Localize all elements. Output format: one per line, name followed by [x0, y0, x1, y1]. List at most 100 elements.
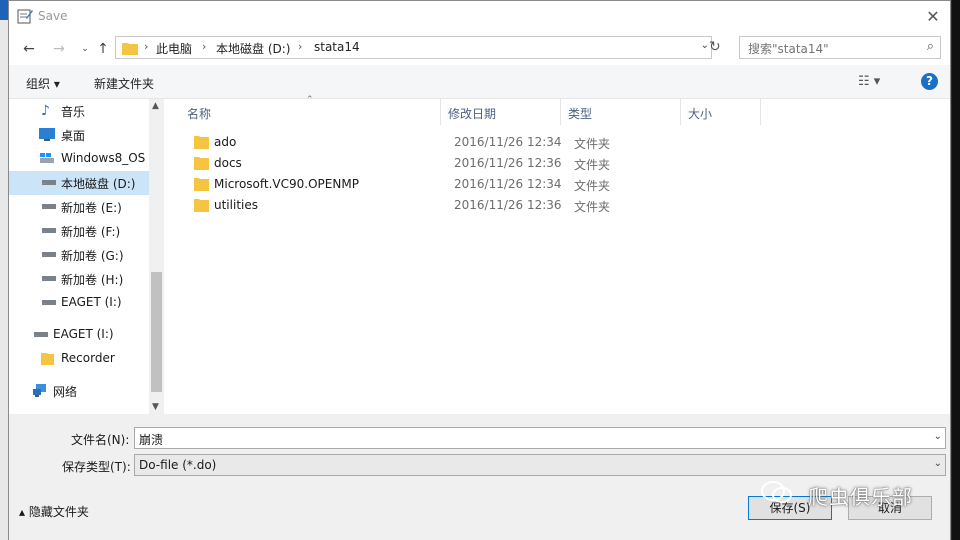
save-dialog: Save ✕ ← → ⌄ ↑ › 此电脑 › 本地磁盘 (D:) › stata… — [8, 0, 951, 540]
nav-item-recorder[interactable]: Recorder — [9, 347, 149, 371]
folder-icon — [194, 157, 209, 170]
nav-item-label: 新加卷 (E:) — [61, 201, 122, 215]
file-date: 2016/11/26 12:36 — [454, 156, 562, 170]
nav-item-desktop[interactable]: 桌面 — [9, 123, 149, 147]
nav-item-label: Recorder — [61, 351, 115, 365]
file-name: utilities — [214, 198, 258, 212]
file-type: 文件夹 — [574, 158, 611, 172]
nav-pane-scrollbar[interactable]: ▲ ▼ — [149, 99, 164, 414]
column-header-name[interactable]: 名称 — [180, 99, 441, 125]
nav-item-network[interactable]: 网络 — [9, 379, 149, 403]
filename-label: 文件名(N): — [71, 433, 130, 447]
scroll-up-icon[interactable]: ▲ — [152, 101, 159, 111]
column-header-size[interactable]: 大小 — [681, 99, 761, 125]
nav-item-label: EAGET (I:) — [53, 327, 114, 341]
drive-icon — [42, 204, 56, 209]
file-row[interactable]: utilities 2016/11/26 12:36 文件夹 — [186, 195, 886, 216]
address-dropdown-icon[interactable]: ⌄ — [701, 40, 709, 51]
network-icon — [33, 384, 46, 397]
nav-item-eaget-i[interactable]: EAGET (I:) — [9, 291, 149, 315]
file-type: 文件夹 — [574, 137, 611, 151]
view-options-icon[interactable]: ☷ ▾ — [858, 74, 880, 89]
nav-item-label: 桌面 — [61, 129, 86, 143]
close-button[interactable]: ✕ — [922, 6, 944, 28]
breadcrumb-separator-icon: › — [298, 40, 303, 53]
nav-item-drive-h[interactable]: 新加卷 (H:) — [9, 267, 149, 291]
file-row[interactable]: docs 2016/11/26 12:36 文件夹 — [186, 153, 886, 174]
nav-item-eaget-i-root[interactable]: EAGET (I:) — [9, 323, 149, 347]
search-input[interactable] — [740, 37, 925, 60]
nav-item-drive-e[interactable]: 新加卷 (E:) — [9, 195, 149, 219]
save-form: 文件名(N): 崩溃 ⌄ 保存类型(T): Do-file (*.do) ⌄ ▴… — [9, 414, 950, 540]
folder-icon — [194, 199, 209, 212]
file-name: Microsoft.VC90.OPENMP — [214, 177, 359, 191]
nav-item-label: 新加卷 (G:) — [61, 249, 124, 263]
music-icon: ♪ — [41, 103, 50, 119]
file-type: 文件夹 — [574, 200, 611, 214]
folder-icon — [41, 353, 54, 365]
file-row[interactable]: Microsoft.VC90.OPENMP 2016/11/26 12:34 文… — [186, 174, 886, 195]
file-row[interactable]: ado 2016/11/26 12:34 文件夹 — [186, 132, 886, 153]
chevron-down-icon[interactable]: ⌄ — [934, 431, 942, 442]
filename-field[interactable]: 崩溃 ⌄ — [134, 427, 946, 449]
column-header-type[interactable]: 类型 — [561, 99, 681, 125]
drive-icon — [42, 180, 56, 185]
nav-item-label: 网络 — [53, 385, 78, 399]
column-header-date[interactable]: 修改日期 — [441, 99, 561, 125]
nav-item-drive-g[interactable]: 新加卷 (G:) — [9, 243, 149, 267]
chevron-down-icon[interactable]: ⌄ — [934, 458, 942, 469]
filetype-value: Do-file (*.do) — [139, 458, 217, 472]
nav-item-windows8-os[interactable]: Windows8_OS — [9, 147, 149, 171]
filetype-select[interactable]: Do-file (*.do) ⌄ — [134, 454, 946, 476]
address-bar[interactable]: › 此电脑 › 本地磁盘 (D:) › stata14 ⌄ — [115, 36, 712, 59]
drive-icon — [42, 276, 56, 281]
hide-folders-toggle[interactable]: ▴ 隐藏文件夹 — [19, 503, 89, 520]
file-list: ⌃ 名称 修改日期 类型 大小 ado 2016/11/26 12:34 文件夹… — [166, 95, 950, 414]
organize-button[interactable]: 组织 ▾ — [26, 75, 60, 92]
search-icon[interactable]: ⌕ — [927, 39, 934, 54]
nav-item-label: Windows8_OS — [61, 151, 146, 165]
help-icon[interactable]: ? — [921, 73, 938, 90]
file-type: 文件夹 — [574, 179, 611, 193]
refresh-icon[interactable]: ↻ — [709, 39, 721, 55]
navigation-pane: ♪ 音乐 桌面 Windows8_OS 本地磁盘 (D:) 新加卷 (E:) 新… — [9, 99, 149, 414]
scroll-down-icon[interactable]: ▼ — [152, 402, 159, 412]
up-arrow-icon[interactable]: ↑ — [93, 39, 113, 59]
drive-icon — [34, 332, 48, 337]
filename-value[interactable]: 崩溃 — [139, 431, 163, 448]
nav-item-music[interactable]: ♪ 音乐 — [9, 99, 149, 123]
breadcrumb-stata14[interactable]: stata14 — [314, 40, 360, 54]
file-name: ado — [214, 135, 237, 149]
nav-item-label: 新加卷 (F:) — [61, 225, 121, 239]
breadcrumb-separator-icon: › — [144, 40, 149, 53]
file-date: 2016/11/26 12:34 — [454, 177, 562, 191]
nav-item-label: 音乐 — [61, 105, 86, 119]
chevron-down-icon[interactable]: ⌄ — [75, 39, 95, 59]
save-dialog-icon — [17, 9, 33, 24]
nav-item-label: EAGET (I:) — [61, 295, 122, 309]
drive-icon — [42, 300, 56, 305]
desktop-icon — [39, 128, 55, 141]
scrollbar-thumb[interactable] — [151, 272, 162, 392]
breadcrumb-separator-icon: › — [202, 40, 207, 53]
window-title: Save — [38, 9, 68, 23]
filetype-label: 保存类型(T): — [62, 460, 131, 474]
drive-icon — [42, 252, 56, 257]
windows-drive-icon — [40, 153, 54, 163]
background-window-edge-right — [952, 0, 960, 540]
title-bar: Save ✕ — [9, 1, 950, 32]
nav-item-drive-f[interactable]: 新加卷 (F:) — [9, 219, 149, 243]
hide-folders-label: 隐藏文件夹 — [28, 505, 89, 519]
folder-icon — [194, 136, 209, 149]
new-folder-button[interactable]: 新建文件夹 — [94, 75, 154, 92]
nav-item-label: 本地磁盘 (D:) — [61, 177, 136, 191]
breadcrumb-this-pc[interactable]: 此电脑 — [156, 40, 192, 57]
folder-icon — [194, 178, 209, 191]
search-box[interactable]: ⌕ — [739, 36, 941, 60]
back-arrow-icon[interactable]: ← — [19, 39, 39, 59]
command-bar: 组织 ▾ 新建文件夹 ☷ ▾ ? — [9, 65, 950, 99]
nav-item-drive-d[interactable]: 本地磁盘 (D:) — [9, 171, 149, 195]
drive-icon — [42, 228, 56, 233]
breadcrumb-drive-d[interactable]: 本地磁盘 (D:) — [216, 40, 290, 57]
forward-arrow-icon[interactable]: → — [49, 39, 69, 59]
